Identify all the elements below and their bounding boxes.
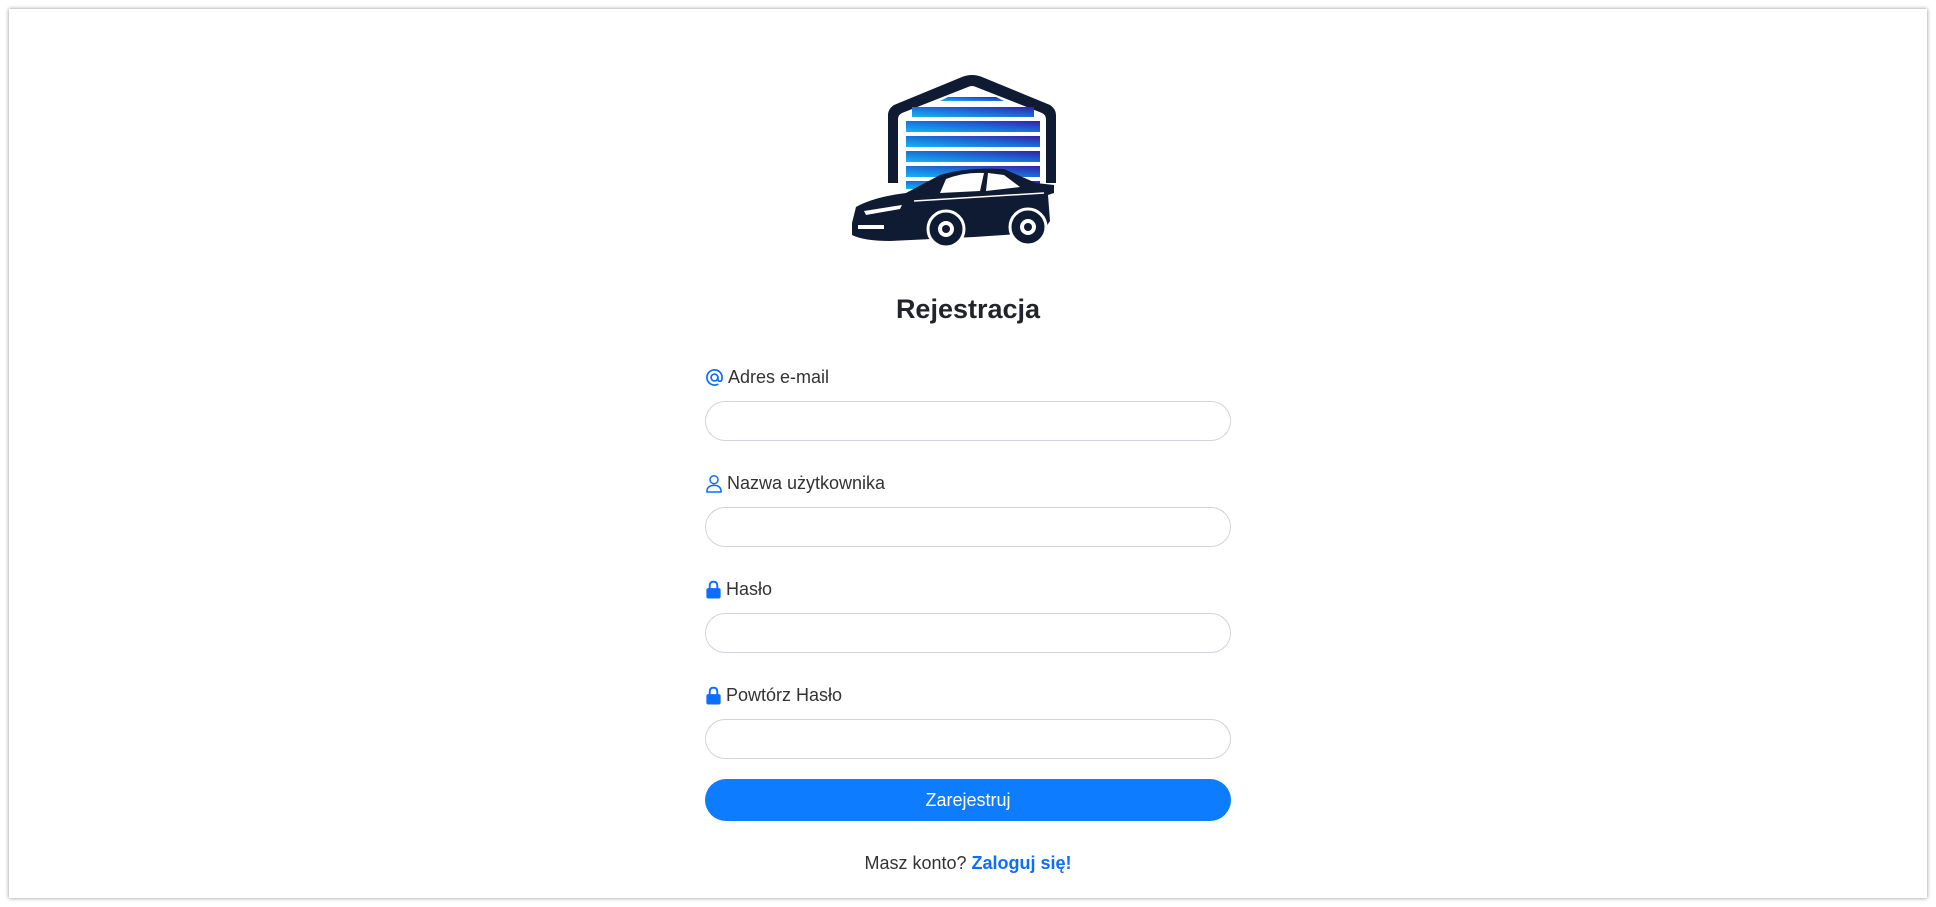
- garage-car-logo: [852, 75, 1056, 249]
- email-field[interactable]: [705, 401, 1231, 441]
- repeat-password-label: Powtórz Hasło: [705, 685, 842, 706]
- email-label: Adres e-mail: [705, 367, 829, 388]
- repeat-password-label-text: Powtórz Hasło: [726, 685, 843, 705]
- page-title: Rejestracja: [895, 294, 1041, 324]
- username-field[interactable]: [705, 507, 1231, 547]
- login-prompt: Masz konto? Zaloguj się!: [9, 853, 1927, 874]
- at-icon: [706, 369, 723, 386]
- repeat-password-field[interactable]: [705, 719, 1231, 759]
- lock-icon: [706, 580, 721, 599]
- login-prompt-text: Masz konto?: [864, 853, 967, 873]
- username-label: Nazwa użytkownika: [705, 473, 885, 494]
- lock-icon: [706, 686, 721, 705]
- password-label-text: Hasło: [726, 579, 773, 599]
- password-label: Hasło: [705, 579, 772, 600]
- login-link[interactable]: Zaloguj się!: [972, 853, 1072, 873]
- username-label-text: Nazwa użytkownika: [727, 473, 886, 493]
- register-button[interactable]: Zarejestruj: [705, 779, 1231, 821]
- password-field[interactable]: [705, 613, 1231, 653]
- email-label-text: Adres e-mail: [728, 367, 830, 387]
- registration-page: Rejestracja Adres e-mail Nazwa użytkowni…: [9, 9, 1927, 898]
- user-icon: [706, 474, 722, 493]
- page-frame: Rejestracja Adres e-mail Nazwa użytkowni…: [9, 9, 1927, 898]
